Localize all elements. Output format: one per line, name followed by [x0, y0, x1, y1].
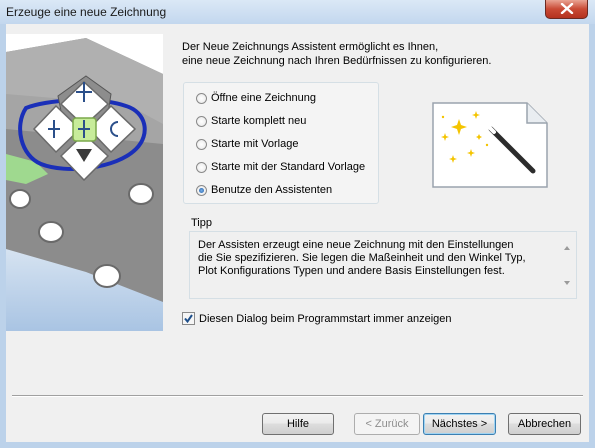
option-label: Starte mit Vorlage: [211, 138, 299, 150]
viewcube-navigation-illustration: [6, 34, 163, 331]
option-label: Öffne eine Zeichnung: [211, 92, 316, 104]
radio-start-from-scratch[interactable]: [196, 115, 207, 127]
intro-line-2: eine neue Zeichnung nach Ihren Bedürfnis…: [182, 55, 492, 67]
tip-line-2: die Sie spezifizieren. Sie legen die Maß…: [198, 252, 526, 264]
help-button[interactable]: Hilfe: [262, 413, 334, 435]
cancel-button[interactable]: Abbrechen: [508, 413, 581, 435]
title-bar: Erzeuge eine neue Zeichnung: [0, 0, 595, 24]
tip-textbox: Der Assisten erzeugt eine neue Zeichnung…: [189, 231, 577, 299]
option-start-with-template[interactable]: Starte mit Vorlage: [196, 136, 298, 152]
option-open-drawing[interactable]: Öffne eine Zeichnung: [196, 90, 316, 106]
intro-text: Der Neue Zeichnungs Assistent ermöglicht…: [182, 40, 582, 68]
footer-separator: [12, 395, 583, 397]
option-label: Benutze den Assistenten: [211, 184, 333, 196]
back-button[interactable]: < Zurück: [354, 413, 420, 435]
scroll-up-arrow-icon[interactable]: [564, 246, 570, 250]
option-use-wizard[interactable]: Benutze den Assistenten: [196, 182, 332, 198]
option-start-with-default-template[interactable]: Starte mit der Standard Vorlage: [196, 159, 365, 175]
tip-line-3: Plot Konfigurations Typen und andere Bas…: [198, 265, 505, 277]
close-button[interactable]: [545, 0, 588, 19]
tip-section: Tipp Der Assisten erzeugt eine neue Zeic…: [189, 217, 577, 299]
startup-dialog-checkbox-label: Diesen Dialog beim Programmstart immer a…: [199, 312, 452, 325]
tip-text: Der Assisten erzeugt eine neue Zeichnung…: [198, 239, 550, 278]
close-icon: [560, 3, 574, 14]
option-label: Starte mit der Standard Vorlage: [211, 161, 366, 173]
startup-dialog-checkbox[interactable]: [182, 312, 195, 325]
window-title: Erzeuge eine neue Zeichnung: [6, 5, 167, 19]
radio-start-with-default-template[interactable]: [196, 161, 207, 173]
tip-line-1: Der Assisten erzeugt eine neue Zeichnung…: [198, 239, 514, 251]
start-options-group: Öffne eine Zeichnung Starte komplett neu…: [183, 82, 379, 204]
magic-wand-document-icon: [432, 102, 548, 188]
tip-scrollbar[interactable]: [561, 236, 574, 294]
option-label: Starte komplett neu: [211, 115, 307, 127]
option-start-from-scratch[interactable]: Starte komplett neu: [196, 113, 306, 129]
tip-label: Tipp: [191, 217, 212, 229]
intro-line-1: Der Neue Zeichnungs Assistent ermöglicht…: [182, 41, 439, 53]
next-button[interactable]: Nächstes >: [423, 413, 496, 435]
dialog-body: Der Neue Zeichnungs Assistent ermöglicht…: [6, 24, 589, 442]
scroll-down-arrow-icon[interactable]: [564, 281, 570, 285]
radio-start-with-template[interactable]: [196, 138, 207, 150]
checkmark-icon: [184, 314, 193, 324]
startup-dialog-checkbox-row[interactable]: Diesen Dialog beim Programmstart immer a…: [182, 312, 451, 325]
radio-open-drawing[interactable]: [196, 92, 207, 104]
radio-use-wizard[interactable]: [196, 184, 207, 196]
